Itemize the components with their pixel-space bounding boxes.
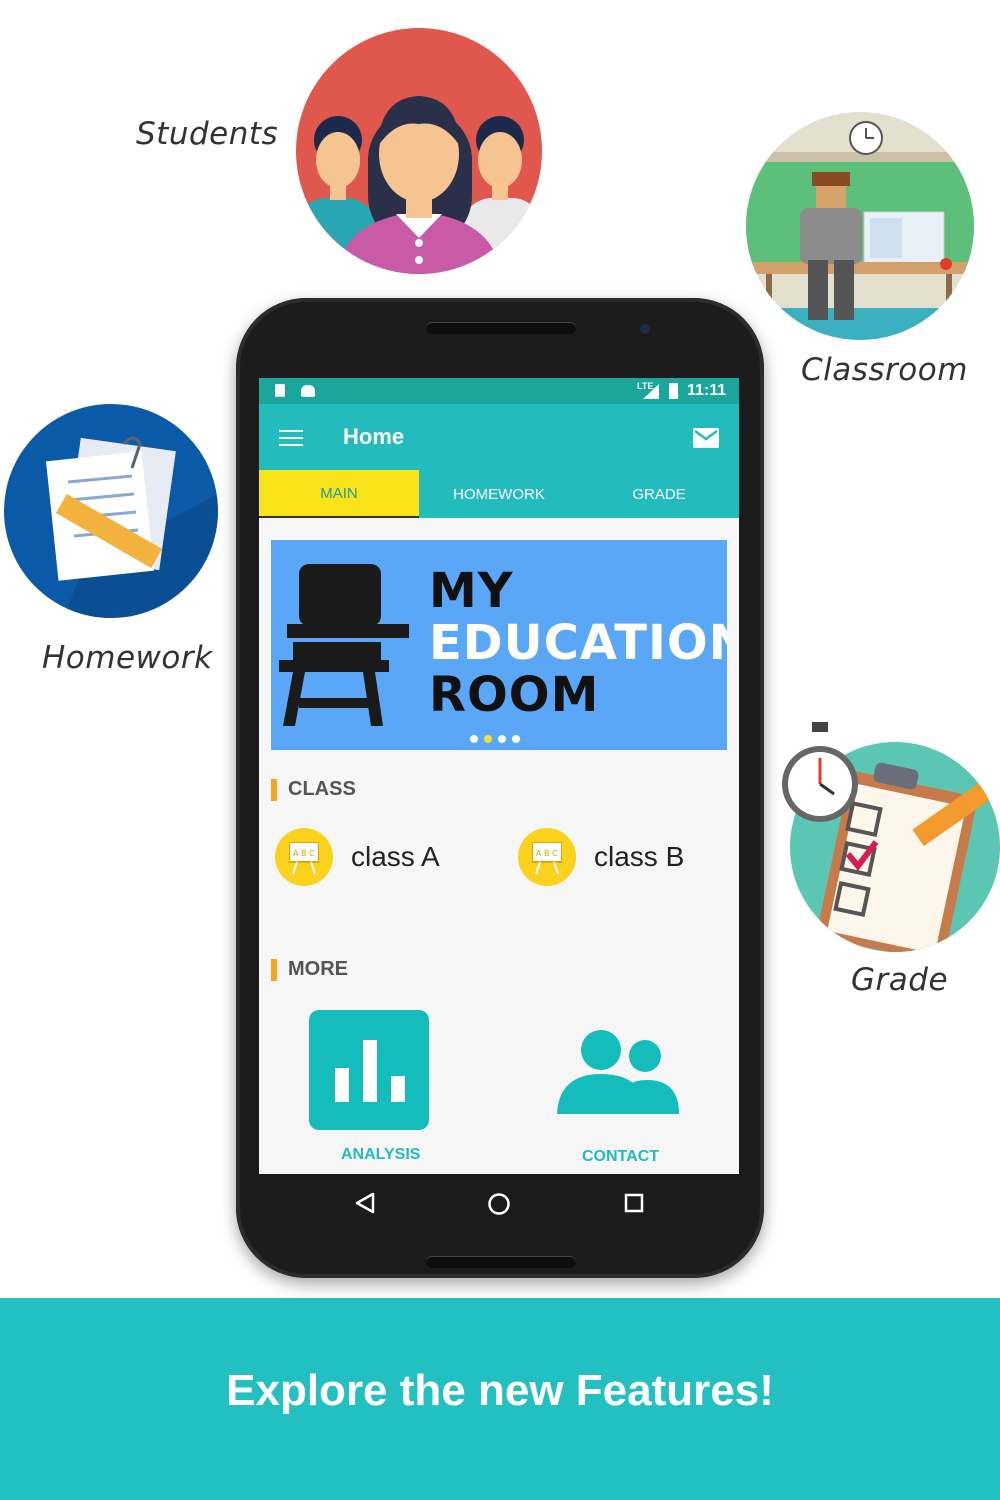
homework-label: Homework <box>42 640 213 676</box>
class-section-title: CLASS <box>271 778 356 801</box>
page-title: Home <box>343 424 405 449</box>
tab-bar: MAIN HOMEWORK GRADE <box>259 470 739 518</box>
front-camera <box>640 324 650 334</box>
recents-icon[interactable] <box>624 1193 644 1213</box>
banner-line2: EDUCATION <box>429 615 727 671</box>
classroom-icon <box>746 121 974 340</box>
signal-icon <box>643 384 659 399</box>
speaker-top <box>426 322 576 334</box>
carousel-indicator <box>470 735 520 743</box>
tab-grade[interactable]: GRADE <box>579 470 739 518</box>
svg-text:A B C: A B C <box>293 849 315 858</box>
contact-label[interactable]: CONTACT <box>582 1148 659 1166</box>
banner-line1: MY <box>429 563 514 619</box>
tab-homework[interactable]: HOMEWORK <box>419 470 579 518</box>
carousel-dot[interactable] <box>470 735 478 743</box>
navigation-bar <box>259 1174 739 1232</box>
footer-tagline: Explore the new Features! <box>226 1366 774 1415</box>
menu-icon[interactable] <box>279 430 303 446</box>
section-accent <box>271 958 277 981</box>
class-b-label: class B <box>594 841 685 872</box>
sd-card-icon <box>275 384 285 397</box>
class-a-label: class A <box>351 841 440 872</box>
students-illustration <box>296 28 542 274</box>
homework-icon <box>45 436 218 618</box>
analysis-label[interactable]: ANALYSIS <box>341 1146 420 1164</box>
svg-text:A B C: A B C <box>536 849 558 858</box>
classroom-label: Classroom <box>801 352 968 388</box>
back-icon[interactable] <box>355 1192 375 1214</box>
carousel-dot[interactable] <box>498 735 506 743</box>
app-bar: Home <box>259 404 739 470</box>
phone-screen: LTE 11:11 Home MAIN HOMEWORK GRADE MY ED… <box>259 378 739 1174</box>
status-bar: LTE 11:11 <box>259 378 739 404</box>
mail-icon[interactable] <box>693 428 719 448</box>
homework-illustration <box>4 404 218 618</box>
students-icon <box>296 96 542 274</box>
section-accent <box>271 778 277 801</box>
footer-banner: Explore the new Features! <box>0 1298 1000 1500</box>
students-label: Students <box>136 116 279 152</box>
home-icon[interactable] <box>487 1192 511 1216</box>
status-time: 11:11 <box>687 382 727 399</box>
stopwatch-icon <box>780 722 860 828</box>
banner-line3: ROOM <box>429 667 600 723</box>
blackboard-icon: A B C <box>275 828 333 886</box>
more-section-title: MORE <box>271 958 348 981</box>
class-a-item[interactable]: A B C class A <box>275 828 440 886</box>
android-icon <box>301 385 315 397</box>
carousel-dot-active[interactable] <box>484 735 492 743</box>
carousel-dot[interactable] <box>512 735 520 743</box>
more-section-label: MORE <box>288 958 348 980</box>
analysis-icon[interactable] <box>309 1010 429 1130</box>
blackboard-icon: A B C <box>518 828 576 886</box>
grade-label: Grade <box>851 962 949 998</box>
banner-carousel[interactable]: MY EDUCATION ROOM <box>271 540 727 750</box>
contact-icon[interactable] <box>555 1028 681 1118</box>
speaker-bottom <box>426 1256 576 1268</box>
battery-icon <box>669 383 678 399</box>
classroom-illustration <box>746 112 974 340</box>
class-section-label: CLASS <box>288 778 356 800</box>
tab-main[interactable]: MAIN <box>259 470 419 518</box>
class-b-item[interactable]: A B C class B <box>518 828 684 886</box>
school-desk-icon <box>279 564 409 726</box>
